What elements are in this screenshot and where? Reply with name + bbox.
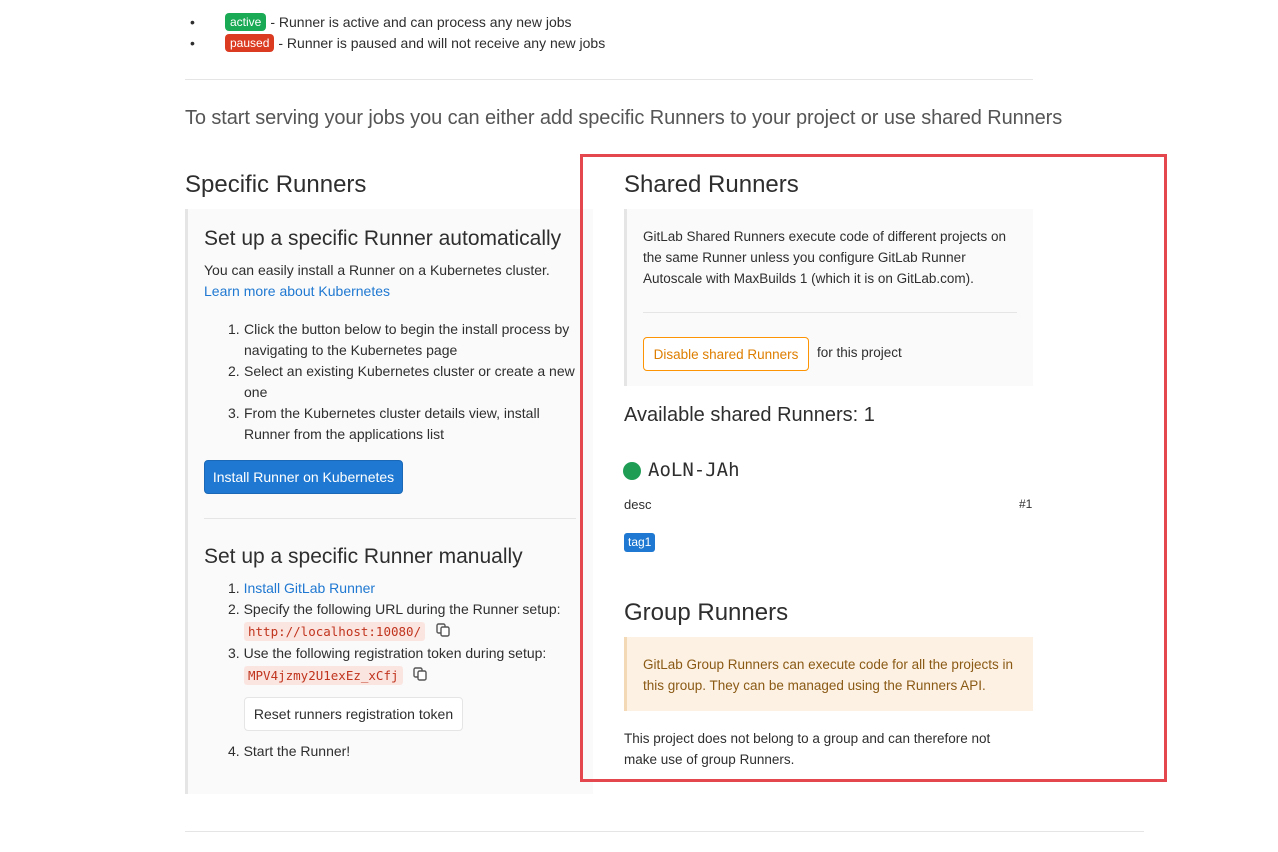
list-item: 1. Click the button below to begin the in… xyxy=(228,321,570,358)
legend-item-paused: • paused - Runner is paused and will not … xyxy=(190,33,606,54)
runner-description: desc xyxy=(624,497,652,512)
install-gitlab-runner-link[interactable]: Install GitLab Runner xyxy=(244,580,376,596)
copy-icon[interactable] xyxy=(413,667,427,681)
divider xyxy=(204,518,576,519)
manual-step-3: 3. Use the following registration token … xyxy=(228,645,547,661)
manual-step-1: 1. Install GitLab Runner xyxy=(228,580,376,596)
list-item: 3. From the Kubernetes cluster details vi… xyxy=(228,405,540,442)
runner-id: #1 xyxy=(1019,497,1033,511)
divider xyxy=(185,79,1033,80)
runner-tag: tag1 xyxy=(624,533,656,552)
legend-item-active: • active - Runner is active and can proce… xyxy=(190,12,605,33)
status-dot-icon xyxy=(623,462,641,480)
bullet-icon: • xyxy=(190,35,195,51)
available-shared-runners-title: Available shared Runners: 1 xyxy=(624,404,875,426)
runner-name[interactable]: AoLN-JAh xyxy=(648,459,740,481)
legend-description: - Runner is paused and will not receive … xyxy=(278,35,606,51)
manual-setup-title: Set up a specific Runner manually xyxy=(204,545,523,568)
shared-runners-info: GitLab Shared Runners execute code of di… xyxy=(643,229,1006,286)
auto-setup-title: Set up a specific Runner automatically xyxy=(204,227,562,250)
manual-step-4: 4. Start the Runner! xyxy=(228,743,351,759)
runner-url-code: http://localhost:10080/ xyxy=(244,622,426,641)
runners-settings-page: • active - Runner is active and can proce… xyxy=(0,0,1278,852)
runner-status-legend: • active - Runner is active and can proce… xyxy=(190,12,606,54)
auto-setup-steps: 1. Click the button below to begin the in… xyxy=(228,319,575,445)
kubernetes-learn-more-link[interactable]: Learn more about Kubernetes xyxy=(204,283,390,299)
status-badge-paused: paused xyxy=(225,34,275,52)
registration-token-code: MPV4jzmy2U1exEz_xCfj xyxy=(244,666,403,685)
divider xyxy=(643,312,1017,313)
copy-icon[interactable] xyxy=(436,623,450,637)
group-runners-note: This project does not belong to a group … xyxy=(624,731,991,767)
manual-step-2: 2. Specify the following URL during the … xyxy=(228,601,561,617)
group-runners-info: GitLab Group Runners can execute code fo… xyxy=(643,657,1013,693)
list-item: 2. Select an existing Kubernetes cluster … xyxy=(228,363,575,400)
install-runner-kubernetes-button[interactable]: Install Runner on Kubernetes xyxy=(204,460,403,494)
bullet-icon: • xyxy=(190,14,195,30)
specific-runners-title: Specific Runners xyxy=(185,171,367,198)
reset-registration-token-button[interactable]: Reset runners registration token xyxy=(244,697,463,731)
for-this-project-text: for this project xyxy=(817,345,902,360)
divider xyxy=(185,831,1144,832)
shared-runners-title: Shared Runners xyxy=(624,171,799,198)
group-runners-title: Group Runners xyxy=(624,599,789,626)
status-badge-active: active xyxy=(225,13,267,31)
intro-text: To start serving your jobs you can eithe… xyxy=(185,107,1063,129)
disable-shared-runners-button[interactable]: Disable shared Runners xyxy=(643,337,809,371)
legend-description: - Runner is active and can process any n… xyxy=(270,14,572,30)
auto-setup-desc: You can easily install a Runner on a Kub… xyxy=(204,262,550,278)
